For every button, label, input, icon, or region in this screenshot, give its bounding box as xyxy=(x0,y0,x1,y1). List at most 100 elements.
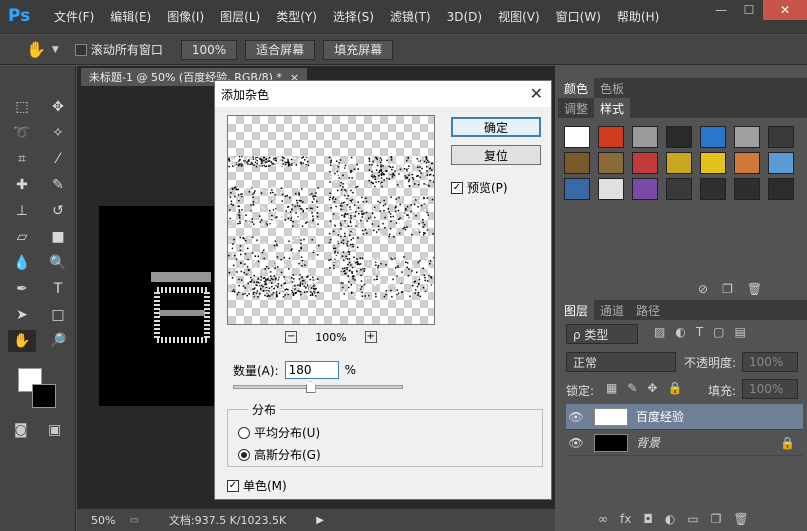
amount-input[interactable]: 180 xyxy=(284,361,339,379)
filter-preview[interactable] xyxy=(227,115,435,325)
tab-channels[interactable]: 通道 xyxy=(594,300,630,320)
lock-all-icon[interactable]: 🔒 xyxy=(667,381,682,395)
style-swatch[interactable] xyxy=(598,126,624,148)
gradient-tool-icon[interactable]: ■ xyxy=(44,226,72,248)
zoom-100-button[interactable]: 100% xyxy=(180,39,238,60)
tab-layers[interactable]: 图层 xyxy=(558,300,595,320)
menu-filter[interactable]: 滤镜(T) xyxy=(382,8,439,25)
layer-name[interactable]: 百度经验 xyxy=(636,408,684,425)
style-swatch[interactable] xyxy=(564,126,590,148)
type-filter-icon[interactable]: T xyxy=(696,325,703,339)
style-swatch[interactable] xyxy=(632,152,658,174)
eye-icon[interactable]: 👁 xyxy=(566,436,586,450)
fill-screen-button[interactable]: 填充屏幕 xyxy=(323,39,394,60)
layer-style-icon[interactable]: fx xyxy=(620,512,631,526)
scroll-all-windows-checkbox[interactable]: 滚动所有窗口 xyxy=(74,41,163,58)
minimize-icon[interactable]: — xyxy=(707,0,735,20)
background-color-swatch[interactable] xyxy=(32,384,56,408)
add-mask-icon[interactable]: ◘ xyxy=(643,512,653,526)
style-swatch[interactable] xyxy=(666,152,692,174)
link-layers-icon[interactable]: ∞ xyxy=(598,512,608,526)
style-swatch[interactable] xyxy=(768,152,794,174)
menu-edit[interactable]: 编辑(E) xyxy=(102,8,159,25)
eyedropper-tool-icon[interactable]: ⁄ xyxy=(44,148,72,170)
tab-styles[interactable]: 样式 xyxy=(594,98,631,118)
amount-slider-handle[interactable] xyxy=(305,381,316,393)
maximize-icon[interactable]: ☐ xyxy=(735,0,763,20)
path-selection-tool-icon[interactable]: ➤ xyxy=(8,304,36,326)
amount-slider[interactable] xyxy=(233,381,403,393)
menu-type[interactable]: 类型(Y) xyxy=(268,8,325,25)
crop-tool-icon[interactable]: ⌗ xyxy=(8,148,36,170)
marquee-tool-icon[interactable]: ⬚ xyxy=(8,96,36,118)
menu-file[interactable]: 文件(F) xyxy=(46,8,102,25)
quick-mask-icon[interactable]: ◙ xyxy=(14,422,28,438)
zoom-in-button[interactable]: + xyxy=(364,331,377,343)
magic-wand-tool-icon[interactable]: ✧ xyxy=(44,122,72,144)
menu-help[interactable]: 帮助(H) xyxy=(609,8,667,25)
delete-style-icon[interactable]: 🗑 xyxy=(747,282,762,296)
lasso-tool-icon[interactable]: ➰ xyxy=(8,122,36,144)
blend-mode-select[interactable]: 正常 xyxy=(566,352,676,372)
type-tool-icon[interactable]: T xyxy=(44,278,72,300)
tab-swatches[interactable]: 色板 xyxy=(594,78,630,98)
zoom-out-button[interactable]: − xyxy=(285,331,298,343)
style-swatch[interactable] xyxy=(632,126,658,148)
gaussian-radio[interactable]: 高斯分布(G) xyxy=(238,446,321,463)
screen-mode-icon[interactable]: ▣ xyxy=(48,422,61,438)
new-layer-icon[interactable]: ❐ xyxy=(711,512,722,526)
shape-filter-icon[interactable]: ▢ xyxy=(713,325,724,339)
lock-position-icon[interactable]: ✥ xyxy=(647,381,657,395)
style-swatch[interactable] xyxy=(700,152,726,174)
move-tool-icon[interactable]: ✥ xyxy=(44,96,72,118)
pen-tool-icon[interactable]: ✒ xyxy=(8,278,36,300)
hand-tool-icon[interactable]: ✋ xyxy=(8,330,36,352)
hand-tool-icon[interactable]: ✋ xyxy=(26,40,46,59)
lock-image-icon[interactable]: ✎ xyxy=(627,381,637,395)
style-swatch[interactable] xyxy=(666,178,692,200)
blur-tool-icon[interactable]: 💧 xyxy=(8,252,36,274)
checkbox-box[interactable] xyxy=(74,43,87,56)
layer-filter-kind-select[interactable]: ρ 类型 xyxy=(566,324,638,344)
style-swatch[interactable] xyxy=(700,178,726,200)
rectangle-tool-icon[interactable]: □ xyxy=(44,304,72,326)
new-style-icon[interactable]: ❐ xyxy=(722,282,733,296)
preview-checkbox-box[interactable]: ✓ xyxy=(451,181,463,194)
tab-color[interactable]: 颜色 xyxy=(558,78,595,98)
layer-name[interactable]: 背景 xyxy=(636,434,660,451)
style-swatch[interactable] xyxy=(598,178,624,200)
brush-tool-icon[interactable]: ✎ xyxy=(44,174,72,196)
reset-button[interactable]: 复位 xyxy=(451,145,541,165)
new-group-icon[interactable]: ▭ xyxy=(687,512,698,526)
healing-brush-tool-icon[interactable]: ✚ xyxy=(8,174,36,196)
opacity-input[interactable]: 100% xyxy=(742,352,798,372)
style-swatch[interactable] xyxy=(734,152,760,174)
style-swatch[interactable] xyxy=(564,178,590,200)
menu-view[interactable]: 视图(V) xyxy=(490,8,548,25)
style-swatch[interactable] xyxy=(598,152,624,174)
adjustment-layer-icon[interactable]: ◐ xyxy=(665,512,675,526)
lock-transparent-icon[interactable]: ▦ xyxy=(606,381,617,395)
delete-layer-icon[interactable]: 🗑 xyxy=(733,512,748,526)
style-swatch[interactable] xyxy=(564,152,590,174)
layer-row[interactable]: 👁 背景 🔒 xyxy=(566,430,803,456)
clear-style-icon[interactable]: ⊘ xyxy=(698,282,708,296)
style-swatch[interactable] xyxy=(734,178,760,200)
zoom-tool-icon[interactable]: 🔎 xyxy=(44,330,72,352)
style-swatch[interactable] xyxy=(734,126,760,148)
status-menu-arrow-icon[interactable]: ▶ xyxy=(316,515,324,526)
monochromatic-checkbox-box[interactable]: ✓ xyxy=(227,479,239,492)
dialog-title-bar[interactable]: 添加杂色 ✕ xyxy=(215,81,551,107)
ok-button[interactable]: 确定 xyxy=(451,117,541,137)
menu-window[interactable]: 窗口(W) xyxy=(548,8,609,25)
monochromatic-checkbox[interactable]: ✓ 单色(M) xyxy=(227,477,287,494)
menu-3d[interactable]: 3D(D) xyxy=(439,10,490,24)
layer-row[interactable]: 👁 百度经验 xyxy=(566,404,803,430)
style-swatch[interactable] xyxy=(666,126,692,148)
clone-stamp-tool-icon[interactable]: ⊥ xyxy=(8,200,36,222)
style-swatch[interactable] xyxy=(768,178,794,200)
adjustment-filter-icon[interactable]: ◐ xyxy=(675,325,685,339)
history-brush-tool-icon[interactable]: ↺ xyxy=(44,200,72,222)
fit-screen-button[interactable]: 适合屏幕 xyxy=(245,39,316,60)
style-swatch[interactable] xyxy=(632,178,658,200)
